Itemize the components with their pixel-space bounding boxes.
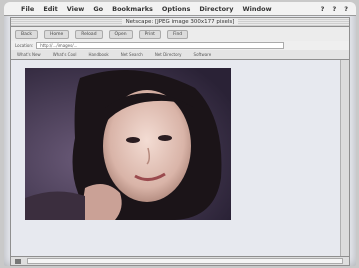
location-input[interactable]: http://.../images/... — [36, 42, 285, 49]
handbook-button[interactable]: Handbook — [88, 52, 108, 57]
menu-edit[interactable]: Edit — [43, 5, 57, 13]
home-button[interactable]: Home — [43, 29, 70, 39]
menu-window[interactable]: Window — [242, 5, 271, 13]
whats-new-button[interactable]: What's New — [17, 52, 41, 57]
portrait-image — [25, 68, 231, 220]
portrait-photo — [25, 68, 231, 220]
toolbar: Back Home Reload Open Print Find — [10, 27, 350, 41]
menu-file[interactable]: File — [21, 5, 34, 13]
back-button[interactable]: Back — [15, 29, 38, 39]
menubar-status-1[interactable]: ? — [321, 5, 325, 13]
whats-cool-button[interactable]: What's Cool — [53, 52, 77, 57]
reload-button[interactable]: Reload — [75, 29, 103, 39]
find-button[interactable]: Find — [166, 29, 189, 39]
software-button[interactable]: Software — [194, 52, 212, 57]
menu-bar: File Edit View Go Bookmarks Options Dire… — [4, 2, 356, 16]
page-content — [10, 60, 350, 256]
vertical-scrollbar[interactable] — [340, 60, 349, 256]
location-label: Location: — [15, 43, 34, 48]
net-directory-button[interactable]: Net Directory — [155, 52, 182, 57]
window-titlebar[interactable]: Netscape: [JPEG image 300x177 pixels] — [10, 17, 350, 27]
open-button[interactable]: Open — [108, 29, 133, 39]
monitor-screen: File Edit View Go Bookmarks Options Dire… — [4, 2, 356, 266]
menu-bookmarks[interactable]: Bookmarks — [112, 5, 153, 13]
location-bar: Location: http://.../images/... — [10, 41, 350, 50]
netscape-status-icon — [15, 258, 21, 264]
menu-options[interactable]: Options — [162, 5, 190, 13]
net-search-button[interactable]: Net Search — [121, 52, 143, 57]
menu-view[interactable]: View — [67, 5, 85, 13]
menubar-status-3[interactable]: ? — [344, 5, 348, 13]
print-button[interactable]: Print — [138, 29, 161, 39]
menubar-right: ? ? ? — [321, 5, 356, 13]
window-title: Netscape: [JPEG image 300x177 pixels] — [121, 19, 239, 25]
menu-directory[interactable]: Directory — [199, 5, 233, 13]
menubar-status-2[interactable]: ? — [332, 5, 336, 13]
menu-go[interactable]: Go — [93, 5, 103, 13]
status-bar — [10, 256, 350, 266]
status-progress-track — [27, 258, 343, 264]
directory-buttons: What's New What's Cool Handbook Net Sear… — [10, 50, 350, 60]
